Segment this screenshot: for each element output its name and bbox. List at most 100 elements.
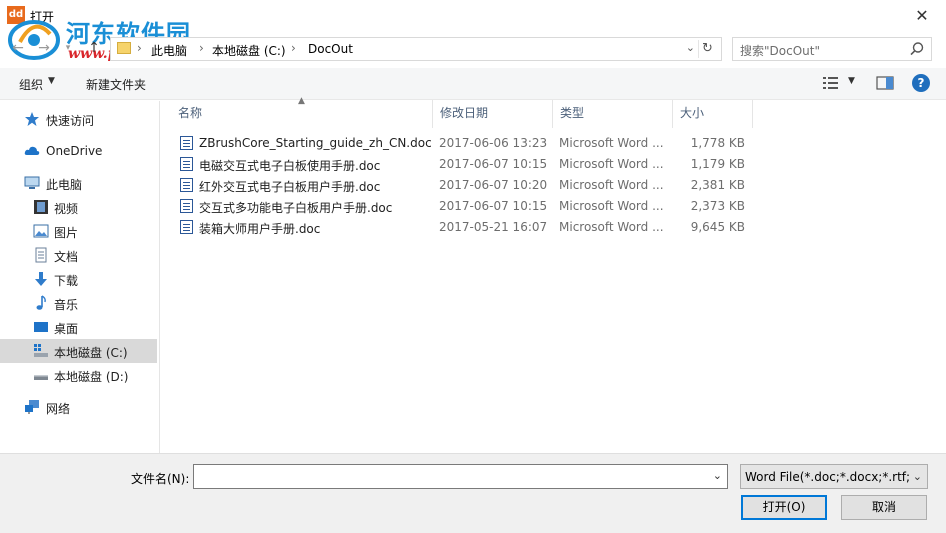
search-input[interactable]: 搜索"DocOut" [732,37,932,61]
file-name: 装箱大师用户手册.doc [199,222,321,236]
file-size: 1,778 KB [690,136,745,150]
word-doc-icon [180,199,193,213]
file-date: 2017-06-07 10:15 [439,199,548,213]
file-type: Microsoft Word ... [559,136,664,150]
sidebar-item-label: OneDrive [46,144,103,158]
file-type-select[interactable]: Word File(*.doc;*.docx;*.rtf;*. ⌄ [740,464,928,489]
file-name: ZBrushCore_Starting_guide_zh_CN.doc [199,136,432,150]
breadcrumb-this-pc[interactable]: 此电脑 [151,42,187,59]
word-doc-icon [180,178,193,192]
close-button[interactable]: ✕ [910,4,934,28]
sidebar-item-label: 本地磁盘 (D:) [54,370,129,384]
open-button[interactable]: 打开(O) [741,495,827,520]
recent-dropdown-icon[interactable]: ▾ [58,38,78,58]
computer-icon [24,176,40,189]
up-arrow-icon[interactable]: ↑ [84,38,104,58]
address-bar[interactable]: › 此电脑 › 本地磁盘 (C:) › DocOut ⌄ ↻ [110,37,722,61]
file-list: ▲ 名称 修改日期 类型 大小 ZBrushCore_Starting_guid… [170,96,946,452]
dialog-footer: 文件名(N): ⌄ Word File(*.doc;*.docx;*.rtf;*… [0,453,946,533]
refresh-icon[interactable]: ↻ [698,40,716,58]
sidebar-item-documents[interactable]: 文档 [0,243,157,267]
sidebar-item-label: 图片 [54,226,79,240]
music-icon [36,295,46,310]
sidebar-item-label: 文档 [54,250,79,264]
forward-arrow-icon[interactable]: → [34,38,54,58]
view-details-icon[interactable] [822,75,840,91]
column-divider[interactable] [752,100,753,128]
table-row[interactable]: 红外交互式电子白板用户手册.doc 2017-06-07 10:20 Micro… [170,175,752,196]
cancel-button[interactable]: 取消 [841,495,927,520]
window-title: 打开 [30,10,55,24]
file-name: 红外交互式电子白板用户手册.doc [199,180,381,194]
file-type: Microsoft Word ... [559,157,664,171]
column-header-type[interactable]: 类型 [552,104,672,128]
cloud-icon [24,146,40,155]
file-date: 2017-06-07 10:15 [439,157,548,171]
sidebar-item-label: 视频 [54,202,79,216]
file-date: 2017-05-21 16:07 [439,220,548,234]
help-icon[interactable]: ? [912,74,930,92]
sidebar-item-music[interactable]: 音乐 [0,291,157,315]
file-type: Microsoft Word ... [559,178,664,192]
documents-icon [35,247,47,263]
chevron-right-icon[interactable]: › [199,41,204,55]
back-arrow-icon[interactable]: ← [8,38,28,58]
chevron-down-icon[interactable]: ⌄ [713,469,722,482]
drive-d-icon [34,375,48,380]
file-type: Microsoft Word ... [559,220,664,234]
sidebar-item-videos[interactable]: 视频 [0,195,157,219]
table-row[interactable]: 电磁交互式电子白板使用手册.doc 2017-06-07 10:15 Micro… [170,154,752,175]
sidebar-item-desktop[interactable]: 桌面 [0,315,157,339]
organize-button[interactable]: 组织 [19,76,43,93]
file-name: 交互式多功能电子白板用户手册.doc [199,201,393,215]
chevron-right-icon: › [137,41,142,55]
table-row[interactable]: 装箱大师用户手册.doc 2017-05-21 16:07 Microsoft … [170,217,752,238]
file-size: 9,645 KB [690,220,745,234]
column-header-name[interactable]: 名称 [170,104,432,128]
word-doc-icon [180,157,193,171]
sidebar-item-local-disk-d[interactable]: 本地磁盘 (D:) [0,363,157,387]
table-row[interactable]: 交互式多功能电子白板用户手册.doc 2017-06-07 10:15 Micr… [170,196,752,217]
sidebar-item-this-pc[interactable]: 此电脑 [0,171,157,195]
filename-label: 文件名(N): [131,472,190,486]
word-doc-icon [180,136,193,150]
sidebar-item-quick-access[interactable]: 快速访问 [0,107,157,131]
new-folder-button[interactable]: 新建文件夹 [86,76,146,93]
drive-c-icon [34,344,48,357]
preview-pane-icon[interactable] [876,75,894,91]
filename-input[interactable]: ⌄ [193,464,728,489]
sidebar-item-onedrive[interactable]: OneDrive [0,139,157,163]
sidebar-item-label: 此电脑 [46,178,83,192]
sidebar-item-label: 网络 [46,402,71,416]
breadcrumb-docout[interactable]: DocOut [308,42,353,56]
pictures-icon [33,224,49,238]
organize-dropdown-icon[interactable]: ▼ [48,76,55,86]
breadcrumb-local-disk-c[interactable]: 本地磁盘 (C:) [212,42,286,59]
table-row[interactable]: ZBrushCore_Starting_guide_zh_CN.doc 2017… [170,133,752,154]
sidebar-item-network[interactable]: 网络 [0,395,157,419]
video-icon [34,200,48,214]
file-size: 1,179 KB [690,157,745,171]
view-dropdown-icon[interactable]: ▼ [848,76,855,86]
file-type: Microsoft Word ... [559,199,664,213]
sidebar-item-label: 下载 [54,274,79,288]
file-date: 2017-06-06 13:23 [439,136,548,150]
navigation-bar: ← → ▾ ↑ › 此电脑 › 本地磁盘 (C:) › DocOut ⌄ ↻ 搜… [0,32,946,66]
column-header-date[interactable]: 修改日期 [432,104,552,128]
app-icon: dd [7,6,25,24]
sidebar-item-local-disk-c[interactable]: 本地磁盘 (C:) [0,339,157,363]
file-date: 2017-06-07 10:20 [439,178,548,192]
column-header-size[interactable]: 大小 [672,104,752,128]
desktop-icon [34,322,48,332]
sidebar-item-pictures[interactable]: 图片 [0,219,157,243]
sidebar-item-label: 音乐 [54,298,79,312]
sidebar-item-downloads[interactable]: 下载 [0,267,157,291]
chevron-right-icon[interactable]: › [291,41,296,55]
network-icon [25,400,39,414]
sidebar-item-label: 快速访问 [46,114,95,128]
search-placeholder: 搜索"DocOut" [740,44,820,58]
file-size: 2,373 KB [690,199,745,213]
chevron-down-icon[interactable]: ⌄ [686,41,695,54]
chevron-down-icon[interactable]: ⌄ [913,470,922,483]
search-icon[interactable] [909,41,925,57]
